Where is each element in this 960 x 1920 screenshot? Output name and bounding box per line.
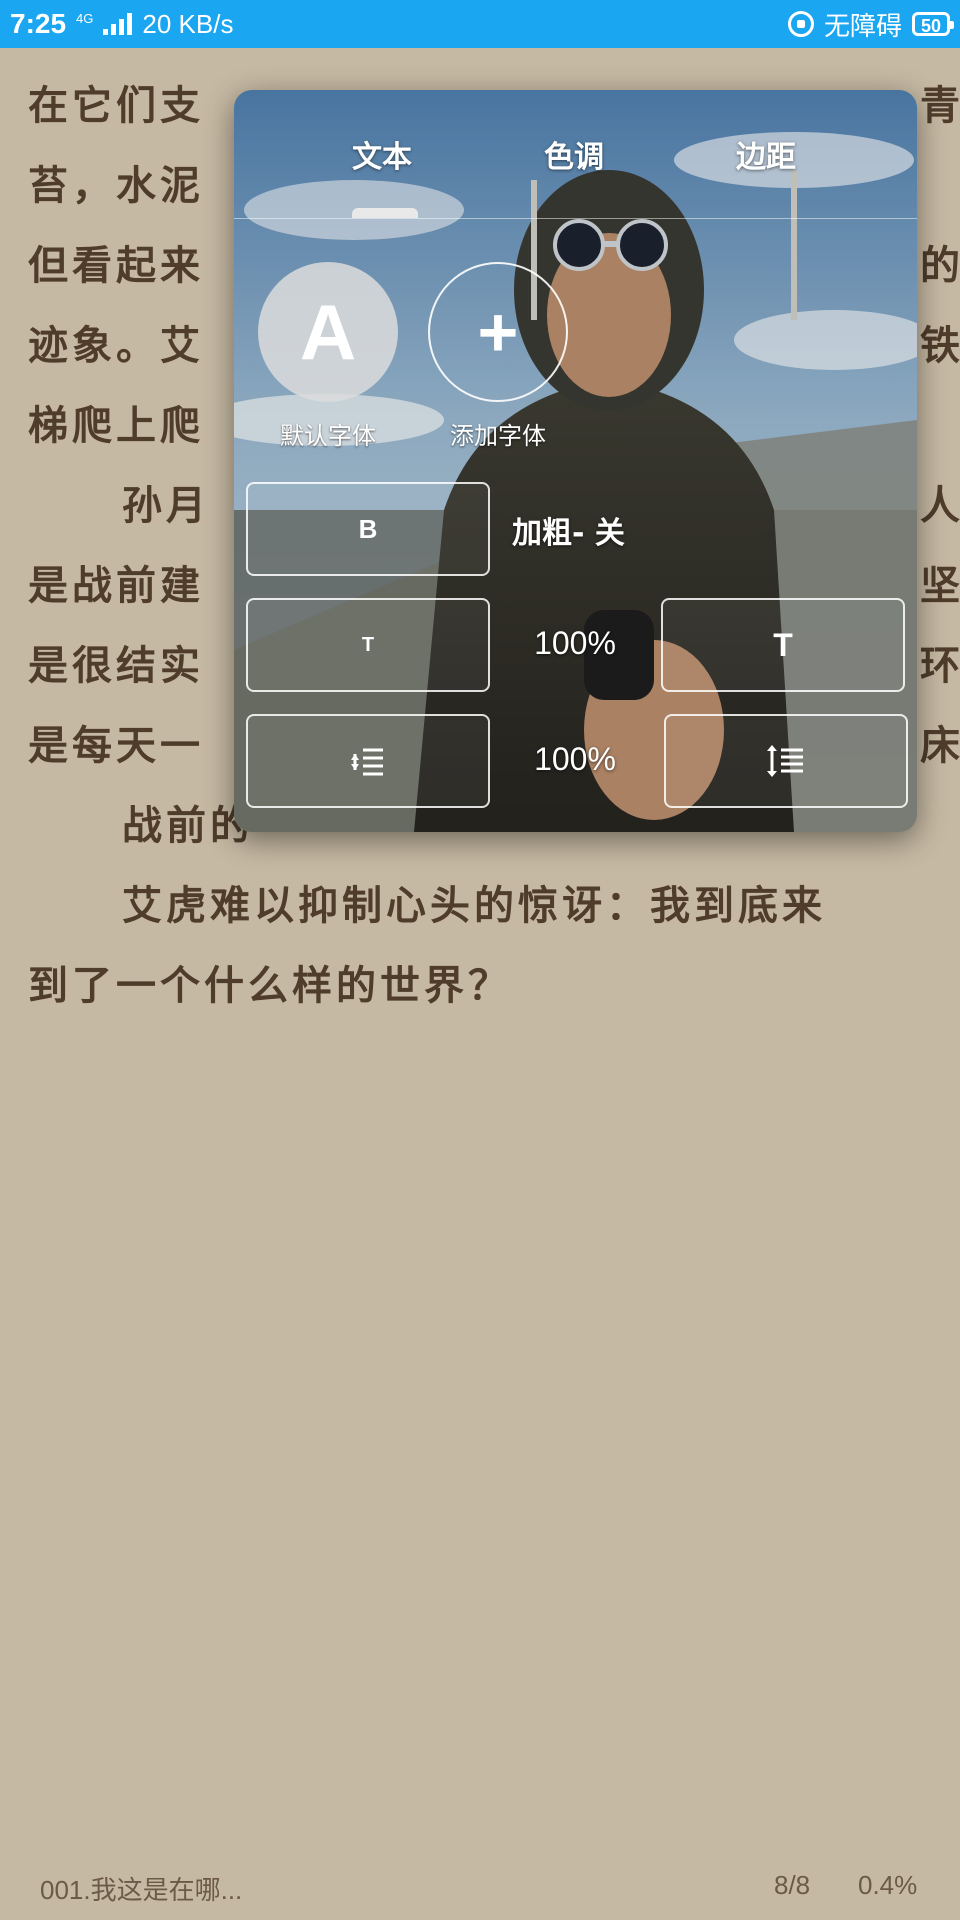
- reader-edge-char: 青: [920, 82, 960, 129]
- default-font-label: 默认字体: [280, 422, 376, 450]
- settings-tabs: 文本 色调 边距: [234, 90, 917, 219]
- accessibility-label: 无障碍: [823, 10, 902, 41]
- panel-content: 文本 色调 边距 A 默认字体 + 添加字体 B 加粗- 关 T 100% T: [234, 90, 917, 832]
- reader-edge-char: 铁: [920, 322, 960, 369]
- page-indicator: 8/8: [774, 1870, 811, 1900]
- reader-edge-char: 环: [920, 642, 960, 689]
- status-time: 7:25: [10, 8, 67, 39]
- tab-tone[interactable]: 色调: [544, 132, 604, 176]
- default-font-button[interactable]: A: [258, 262, 398, 402]
- add-font-button[interactable]: +: [428, 262, 568, 402]
- signal-icon: [103, 13, 133, 35]
- rotation-lock-icon: [787, 11, 814, 37]
- default-font-icon: A: [299, 287, 357, 376]
- line-spacing-increase-icon: [767, 745, 803, 777]
- reader-edge-char: 的: [920, 242, 960, 289]
- battery-icon: 50: [911, 12, 955, 36]
- large-t-icon: T: [773, 626, 793, 663]
- text-settings-panel: 文本 色调 边距 A 默认字体 + 添加字体 B 加粗- 关 T 100% T: [234, 90, 917, 832]
- font-size-increase-button[interactable]: T: [661, 598, 905, 692]
- font-size-decrease-button[interactable]: T: [246, 598, 490, 692]
- network-speed: 20 KB/s: [142, 8, 234, 39]
- line-spacing-decrease-button[interactable]: [246, 714, 490, 808]
- reader-edge-char: 坚: [920, 562, 960, 609]
- battery-level: 50: [920, 16, 941, 36]
- bold-status-label: 加粗- 关: [512, 516, 625, 551]
- active-tab-indicator: [352, 208, 418, 218]
- line-spacing-value: 100%: [534, 741, 616, 777]
- reader-line: 艾虎难以抑制心头的惊讶：我到底来: [122, 882, 826, 929]
- status-right: 无障碍 50: [778, 6, 960, 43]
- chapter-title: 001.我这是在哪...: [40, 1875, 243, 1905]
- reader-right-edge: 青 的 铁 人 坚 环 床: [920, 66, 960, 786]
- tab-text[interactable]: 文本: [352, 132, 412, 176]
- status-left: 7:25 4G 20 KB/s: [0, 8, 243, 40]
- reader-edge-char: 床: [920, 722, 960, 769]
- reader-line: 到了一个什么样的世界？: [28, 962, 512, 1009]
- line-spacing-increase-button[interactable]: [664, 714, 908, 808]
- bold-toggle-button[interactable]: B: [246, 482, 490, 576]
- reading-progress: 0.4%: [858, 1870, 918, 1900]
- status-bar: 7:25 4G 20 KB/s 无障碍 50: [0, 0, 960, 48]
- font-size-value: 100%: [534, 625, 616, 661]
- bold-icon: B: [358, 513, 378, 544]
- add-font-label: 添加字体: [450, 422, 546, 450]
- plus-icon: +: [477, 293, 519, 371]
- reader-edge-char: 人: [920, 482, 960, 529]
- line-spacing-decrease-icon: [351, 748, 383, 776]
- small-t-icon: T: [361, 633, 375, 656]
- reader-footer: 001.我这是在哪... 8/8 0.4%: [0, 1870, 960, 1920]
- network-type: 4G: [76, 10, 94, 26]
- tab-margin[interactable]: 边距: [736, 132, 796, 176]
